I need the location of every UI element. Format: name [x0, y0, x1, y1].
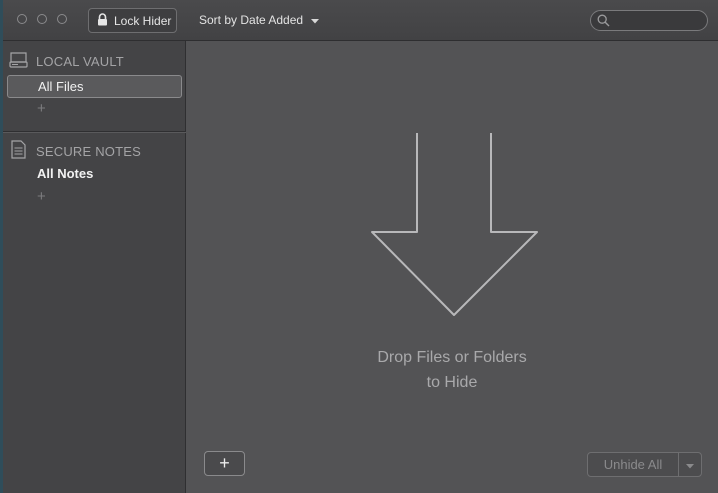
sidebar-item-all-notes[interactable]: All Notes [7, 163, 182, 186]
sidebar-item-label: All Notes [37, 166, 94, 181]
lock-hider-button[interactable]: Lock Hider [88, 8, 177, 33]
unhide-all-button[interactable]: Unhide All [588, 453, 679, 476]
secure-notes-header: SECURE NOTES [9, 140, 141, 162]
add-vault-item-button[interactable]: + [37, 101, 46, 116]
sidebar-item-all-files[interactable]: All Files [7, 75, 182, 98]
lock-hider-label: Lock Hider [114, 13, 172, 28]
local-vault-title: LOCAL VAULT [36, 53, 124, 69]
local-vault-header: LOCAL VAULT [9, 51, 124, 71]
drop-arrow-icon [371, 133, 538, 316]
sort-dropdown[interactable]: Sort by Date Added [199, 13, 320, 27]
close-window-button[interactable] [17, 14, 27, 24]
drop-zone[interactable]: Drop Files or Folders to Hide + Unhide A… [186, 41, 718, 493]
add-note-button[interactable]: + [37, 189, 46, 204]
title-bar: Lock Hider Sort by Date Added [3, 0, 718, 41]
add-files-button[interactable]: + [204, 451, 245, 476]
sidebar: LOCAL VAULT All Files + SECURE NOTES All… [3, 41, 186, 493]
zoom-window-button[interactable] [57, 14, 67, 24]
secure-notes-title: SECURE NOTES [36, 143, 141, 159]
drop-instruction-line2: to Hide [426, 374, 478, 391]
chevron-down-icon [311, 13, 320, 27]
app-window: Lock Hider Sort by Date Added LOCAL VAUL… [0, 0, 718, 493]
drive-icon [9, 51, 28, 71]
search-field[interactable] [590, 10, 708, 31]
sidebar-divider [3, 131, 186, 132]
unhide-options-dropdown[interactable] [679, 453, 701, 476]
drop-instruction-line1: Drop Files or Folders [377, 349, 527, 366]
notes-icon [9, 140, 28, 162]
sidebar-item-label: All Files [38, 79, 84, 94]
lock-icon [97, 12, 108, 29]
unhide-all-control: Unhide All [587, 452, 702, 477]
sort-label: Sort by Date Added [199, 13, 304, 27]
search-icon [597, 14, 610, 32]
chevron-down-icon [686, 456, 694, 474]
minimize-window-button[interactable] [37, 14, 47, 24]
